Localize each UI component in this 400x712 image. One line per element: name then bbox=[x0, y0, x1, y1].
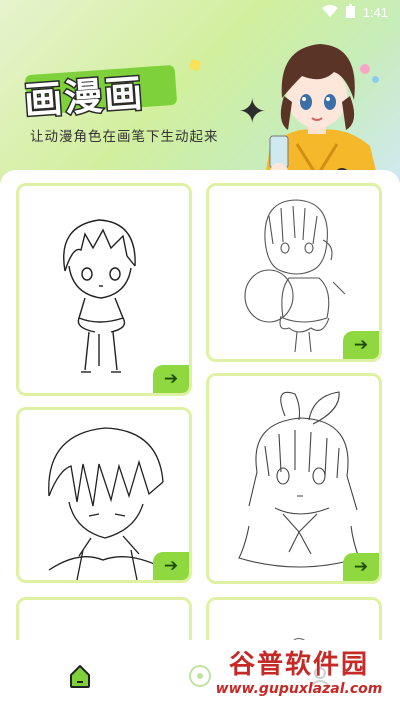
drawing-card-girl-bow[interactable]: ➔ bbox=[206, 373, 382, 584]
header-banner: 画漫画 让动漫角色在画笔下生动起来 ✦ bbox=[0, 0, 400, 190]
tagline: 让动漫角色在画笔下生动起来 bbox=[30, 129, 219, 145]
decoration-yellow bbox=[188, 58, 202, 72]
wifi-icon bbox=[321, 4, 338, 20]
drawing-card-chibi-boy[interactable]: ➔ bbox=[16, 183, 192, 396]
status-time: 1:41 bbox=[362, 4, 388, 20]
app-logo: 画漫画 bbox=[21, 69, 147, 124]
anime-character-illustration bbox=[242, 26, 392, 190]
nav-home[interactable] bbox=[60, 656, 100, 696]
open-drawing-button[interactable]: ➔ bbox=[343, 331, 379, 359]
home-icon bbox=[70, 665, 90, 688]
open-drawing-button[interactable]: ➔ bbox=[153, 552, 189, 580]
girl-bow-sketch bbox=[238, 391, 360, 568]
battery-icon bbox=[345, 3, 355, 21]
watermark-title: 谷普软件园 bbox=[228, 650, 369, 680]
status-bar: 1:41 bbox=[0, 0, 400, 24]
watermark: 谷普软件园 www.gupuxlazal.com bbox=[204, 644, 394, 708]
drawing-card-chibi-girl[interactable]: ➔ bbox=[206, 183, 382, 362]
chibi-boy-sketch bbox=[63, 219, 136, 373]
open-drawing-button[interactable]: ➔ bbox=[343, 553, 379, 581]
watermark-url: www.gupuxlazal.com bbox=[215, 681, 383, 697]
open-drawing-button[interactable]: ➔ bbox=[153, 365, 189, 393]
drawing-grid: ➔ ➔ ➔ ➔ bbox=[0, 170, 400, 660]
drawing-card-boy-portrait[interactable]: ➔ bbox=[16, 407, 192, 583]
